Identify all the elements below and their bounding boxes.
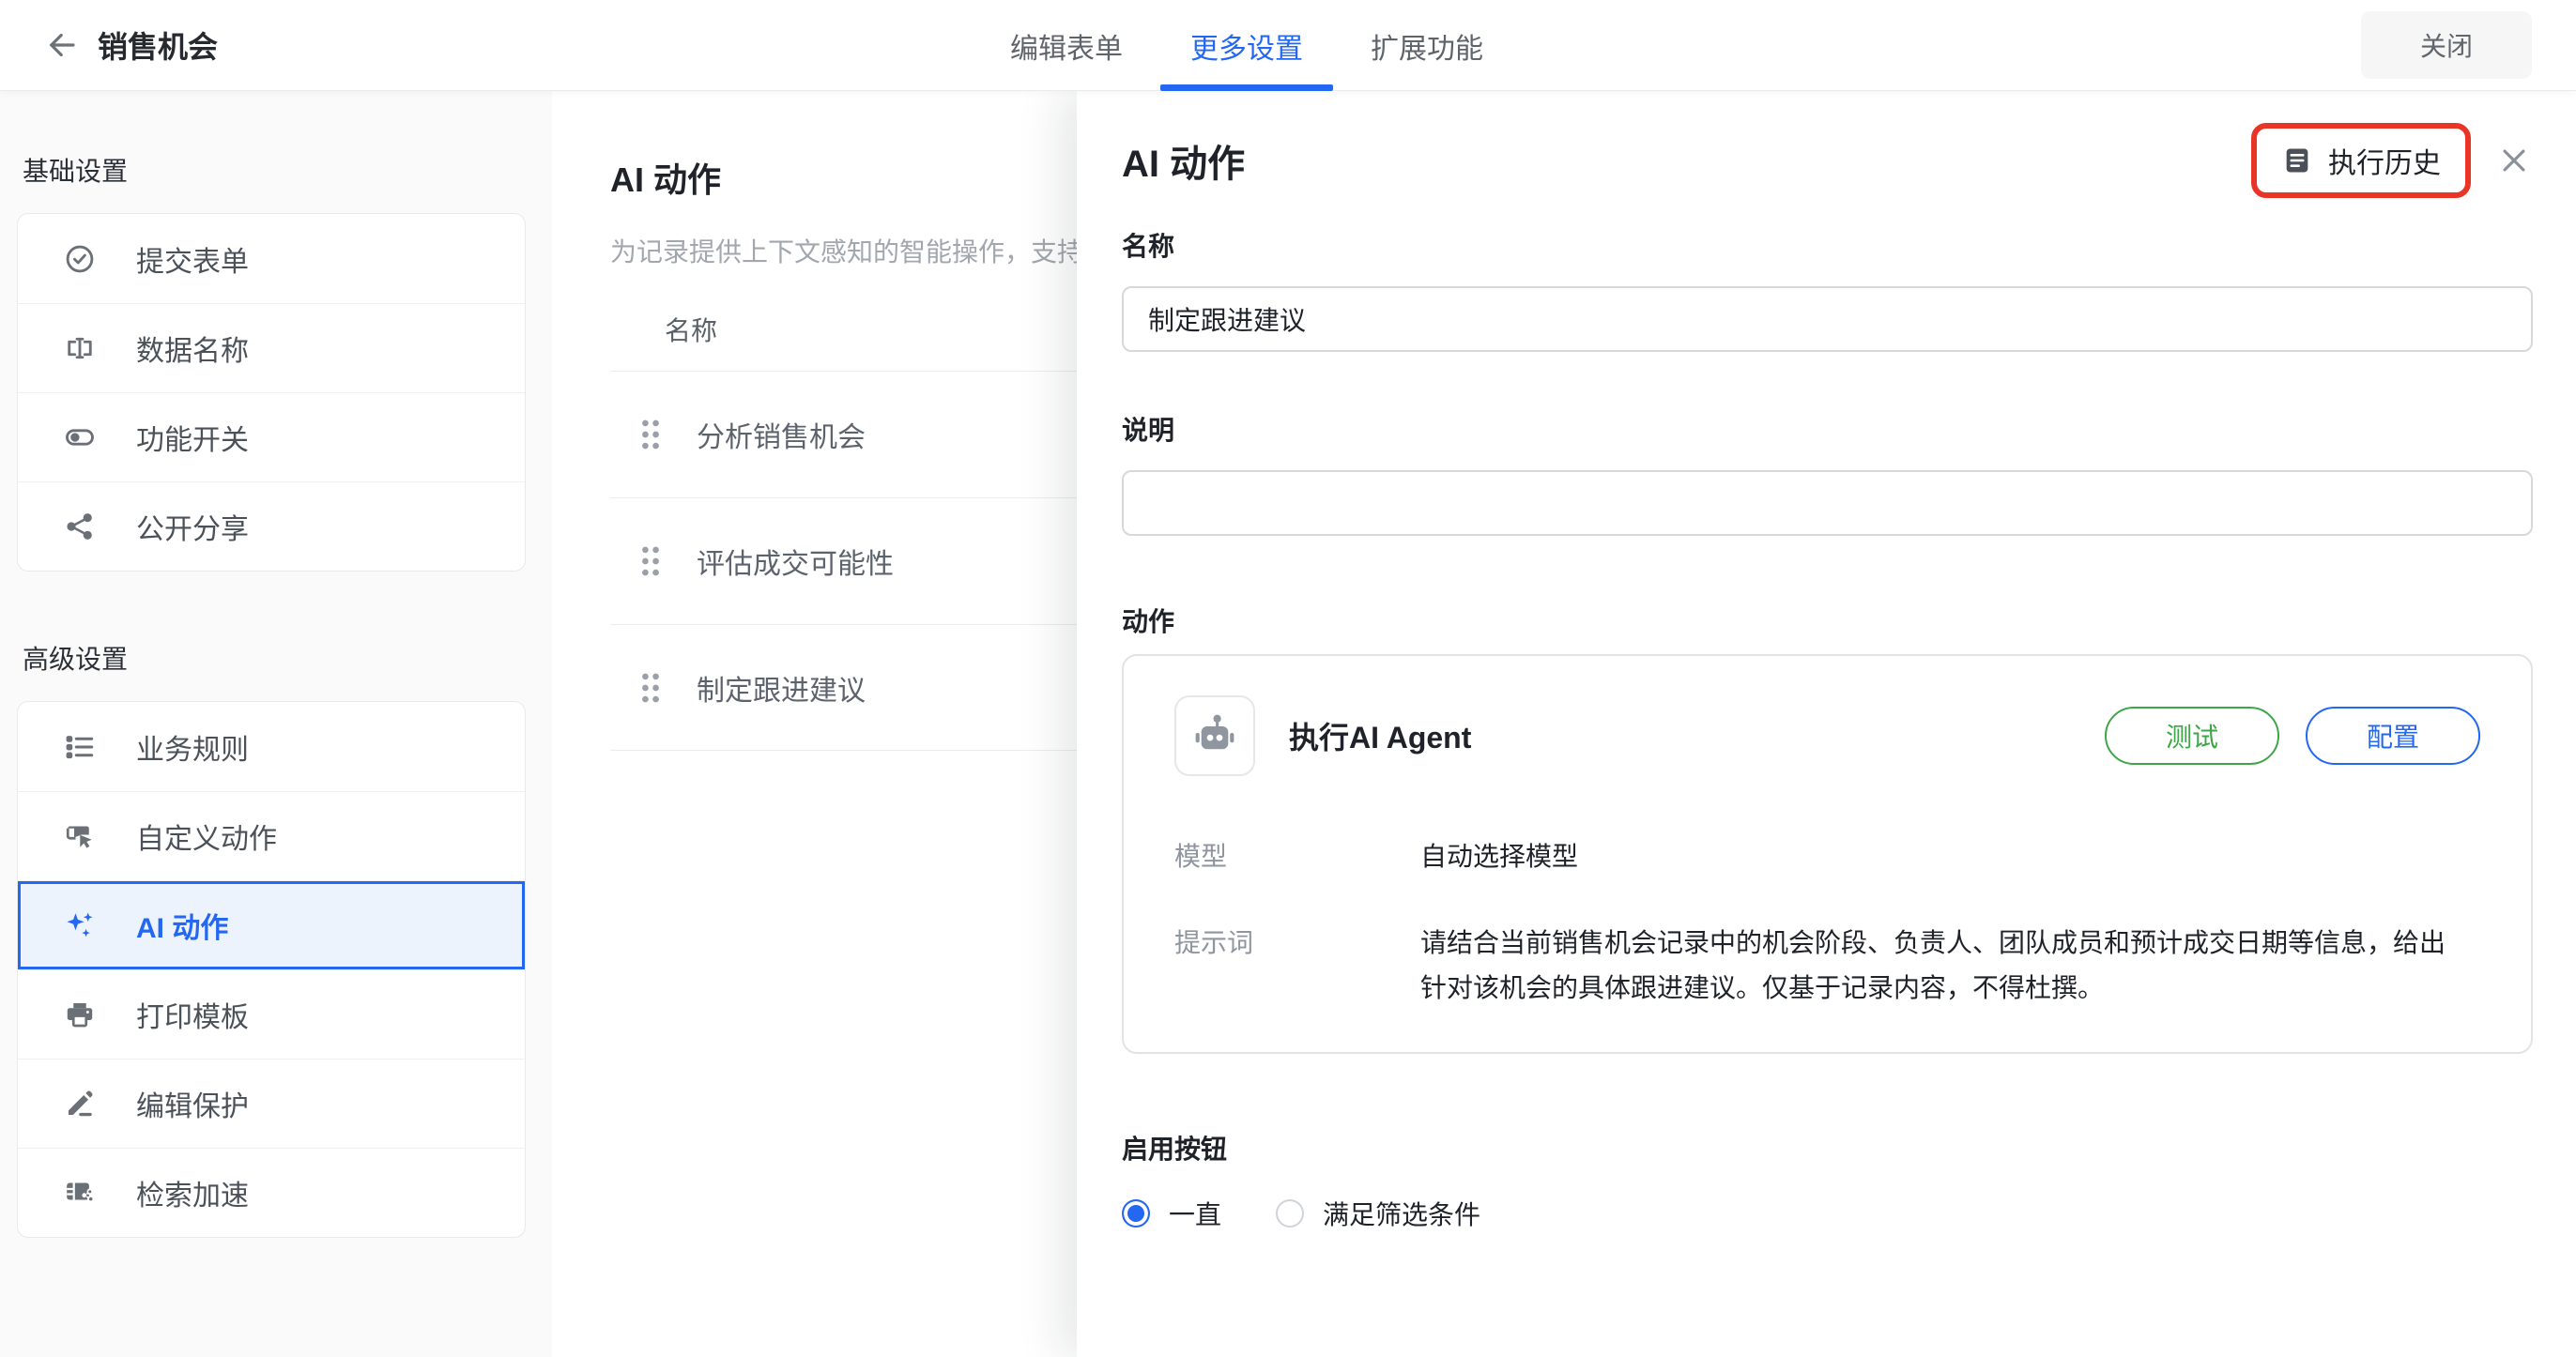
pencil-icon [63, 1087, 97, 1121]
drawer-title: AI 动作 [1122, 133, 1245, 188]
radio-label: 满足筛选条件 [1323, 1195, 1480, 1232]
drawer-header: AI 动作 执行历史 [1122, 115, 2533, 206]
sidebar-item-label: 检索加速 [136, 1172, 249, 1213]
tab-extensions[interactable]: 扩展功能 [1337, 0, 1517, 91]
radio-option-always[interactable]: 一直 [1122, 1195, 1221, 1232]
main-area: 基础设置 提交表单 数据名称 功能开关 公开分享 [0, 91, 2576, 1357]
drawer-close-button[interactable] [2495, 142, 2533, 179]
prompt-value: 请结合当前销售机会记录中的机会阶段、负责人、团队成员和预计成交日期等信息，给出针… [1420, 921, 2453, 1011]
check-circle-icon [63, 242, 97, 276]
sidebar-item-edit-protection[interactable]: 编辑保护 [18, 1059, 525, 1148]
cursor-click-icon [63, 819, 97, 853]
name-input[interactable] [1122, 286, 2533, 352]
sidebar-item-custom-actions[interactable]: 自定义动作 [18, 791, 525, 880]
page-title: 销售机会 [98, 23, 218, 67]
agent-icon-container [1174, 695, 1255, 776]
sidebar-item-print-templates[interactable]: 打印模板 [18, 969, 525, 1059]
radio-option-filter-condition[interactable]: 满足筛选条件 [1276, 1195, 1480, 1232]
agent-card-title: 执行AI Agent [1289, 714, 1471, 757]
ai-action-detail-drawer: AI 动作 执行历史 名称 说明 动作 [1077, 91, 2576, 1357]
section-heading-advanced: 高级设置 [23, 639, 526, 677]
section-heading-basic: 基础设置 [23, 151, 526, 189]
row-name: 评估成交可能性 [697, 541, 894, 582]
sidebar-item-ai-actions[interactable]: AI 动作 [18, 880, 525, 969]
settings-sidebar: 基础设置 提交表单 数据名称 功能开关 公开分享 [0, 91, 552, 1357]
execution-history-button[interactable]: 执行历史 [2281, 140, 2441, 181]
agent-card-header: 执行AI Agent 测试 配置 [1174, 695, 2480, 776]
description-field-label: 说明 [1122, 410, 2533, 448]
model-value: 自动选择模型 [1420, 834, 1578, 879]
agent-action-card: 执行AI Agent 测试 配置 模型 自动选择模型 提示词 请结合当前销售机会… [1122, 654, 2533, 1054]
test-button[interactable]: 测试 [2105, 707, 2279, 765]
prompt-row: 提示词 请结合当前销售机会记录中的机会阶段、负责人、团队成员和预计成交日期等信息… [1174, 921, 2480, 1011]
sidebar-item-label: 编辑保护 [136, 1083, 249, 1124]
index-card-icon [63, 1176, 97, 1210]
configure-button[interactable]: 配置 [2306, 707, 2480, 765]
sidebar-item-label: 提交表单 [136, 238, 249, 280]
model-label: 模型 [1174, 834, 1420, 879]
row-name: 制定跟进建议 [697, 667, 866, 709]
rules-list-icon [63, 730, 97, 764]
tab-more-settings[interactable]: 更多设置 [1157, 0, 1337, 91]
name-field-label: 名称 [1122, 226, 2533, 264]
sparkles-icon [63, 908, 97, 942]
sidebar-item-label: 功能开关 [136, 417, 249, 458]
sidebar-item-label: AI 动作 [136, 905, 228, 946]
toggle-icon [63, 420, 97, 454]
app-window: 销售机会 编辑表单 更多设置 扩展功能 关闭 基础设置 提交表单 数据名称 [0, 0, 2576, 1357]
printer-icon [63, 998, 97, 1031]
top-bar: 销售机会 编辑表单 更多设置 扩展功能 关闭 [0, 0, 2576, 91]
rename-icon [63, 331, 97, 365]
enable-button-label: 启用按钮 [1122, 1129, 2533, 1166]
sidebar-item-label: 打印模板 [136, 994, 249, 1035]
enable-condition-radios: 一直 满足筛选条件 [1122, 1195, 2533, 1232]
share-icon [63, 510, 97, 543]
row-name: 分析销售机会 [697, 414, 866, 455]
sidebar-item-public-share[interactable]: 公开分享 [18, 481, 525, 571]
robot-icon [1190, 711, 1239, 760]
action-section-label: 动作 [1122, 602, 2533, 639]
basic-settings-card: 提交表单 数据名称 功能开关 公开分享 [17, 213, 526, 572]
close-x-icon [2498, 145, 2530, 176]
back-button[interactable] [41, 24, 83, 66]
radio-label: 一直 [1169, 1195, 1221, 1232]
sidebar-item-label: 业务规则 [136, 726, 249, 768]
radio-unselected-icon[interactable] [1276, 1199, 1304, 1227]
sidebar-item-label: 数据名称 [136, 328, 249, 369]
drag-handle-icon[interactable] [638, 543, 663, 579]
sidebar-item-data-name[interactable]: 数据名称 [18, 303, 525, 392]
drag-handle-icon[interactable] [638, 670, 663, 706]
advanced-settings-card: 业务规则 自定义动作 AI 动作 打印模板 编辑保护 [17, 701, 526, 1238]
drag-handle-icon[interactable] [638, 417, 663, 452]
prompt-label: 提示词 [1174, 921, 1420, 1011]
tab-edit-form[interactable]: 编辑表单 [976, 0, 1157, 91]
sidebar-item-label: 公开分享 [136, 506, 249, 547]
close-button[interactable]: 关闭 [2361, 11, 2532, 79]
tab-bar: 编辑表单 更多设置 扩展功能 [976, 0, 1517, 91]
model-row: 模型 自动选择模型 [1174, 834, 2480, 879]
history-log-icon [2281, 145, 2313, 176]
annotation-highlight-box: 执行历史 [2251, 123, 2471, 198]
sidebar-item-search-acceleration[interactable]: 检索加速 [18, 1148, 525, 1237]
description-input[interactable] [1122, 470, 2533, 536]
sidebar-item-submit-form[interactable]: 提交表单 [18, 214, 525, 303]
sidebar-item-business-rules[interactable]: 业务规则 [18, 702, 525, 791]
agent-card-buttons: 测试 配置 [2105, 707, 2480, 765]
arrow-left-icon [45, 28, 79, 62]
execution-history-label: 执行历史 [2328, 140, 2441, 181]
sidebar-item-label: 自定义动作 [136, 816, 277, 857]
radio-selected-icon[interactable] [1122, 1199, 1150, 1227]
sidebar-item-feature-toggle[interactable]: 功能开关 [18, 392, 525, 481]
